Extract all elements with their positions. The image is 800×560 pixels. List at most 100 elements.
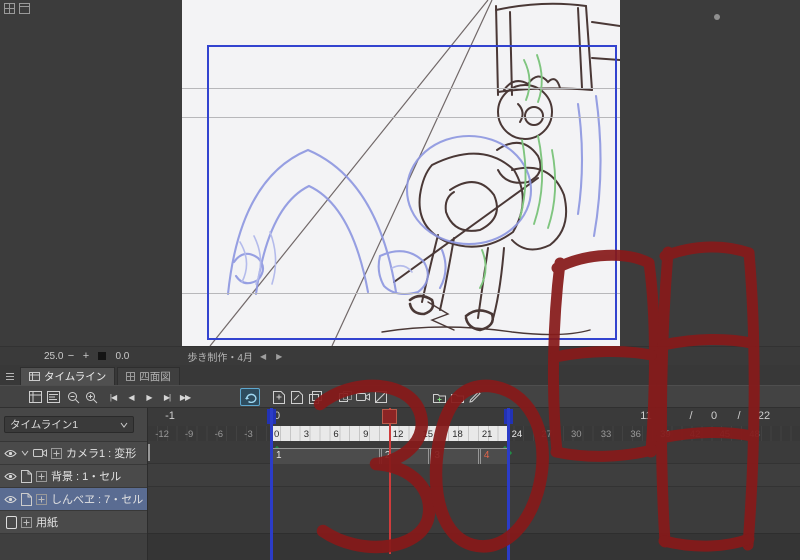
go-to-start-button[interactable]: |◀ — [104, 388, 122, 406]
zoom-out-button[interactable]: − — [63, 350, 78, 362]
expand-plus-icon[interactable] — [51, 447, 62, 459]
tab-timeline[interactable]: タイムライン — [20, 367, 116, 385]
loop-play-icon[interactable] — [240, 388, 260, 406]
ruler-frame-label: 45 — [719, 428, 731, 440]
grid-icon[interactable] — [4, 3, 15, 14]
ruler-seconds-label: 0 — [710, 410, 718, 422]
ruler-frame-label: 27 — [541, 428, 552, 440]
layer-row-shinbei[interactable]: しんべヱ : 7・セル — [0, 488, 147, 511]
prev-canvas-button[interactable]: ◀ — [257, 352, 269, 361]
layer-list: タイムライン1 カメラ1: 変形 背景: 1・セル しんべヱ: 7・セル … — [0, 408, 148, 560]
zoom-value: 25.0 — [44, 350, 64, 362]
canvas-navigation-bar: 25.0 − + 0.0 歩き制作・4月 ◀ ▶ — [0, 346, 800, 365]
play-button[interactable]: ▶ — [140, 388, 158, 406]
visibility-eye-icon[interactable] — [4, 472, 17, 481]
track-row-paper[interactable] — [148, 464, 800, 487]
layer-row-background[interactable]: 背景 : 1・セル — [0, 465, 147, 488]
tab-four-view[interactable]: 四面図 — [117, 367, 180, 385]
layer-row-paper[interactable]: 用紙 — [0, 511, 147, 534]
timeline-panel: タイムライン 四面図 |◀ ◀ ▶ ▶| ▶▶ タイムライン1 カメラ1: 変… — [0, 365, 800, 560]
timeline-tracks-area: -1 0 11/0/22 -12 -9 -6 -3 0 3 6 9 12 15 18 21 24 27 30 33… — [148, 408, 800, 560]
canvas-area — [0, 0, 800, 346]
next-canvas-button[interactable]: ▶ — [273, 352, 285, 361]
new-animation-cel-icon[interactable] — [270, 388, 288, 406]
ruler-seconds-label: / — [737, 410, 741, 422]
zoom-out-icon[interactable] — [64, 388, 82, 406]
frames-ruler[interactable]: -12 -9 -6 -3 0 3 6 9 12 15 18 21 24 27 30 33 36 39 42 45 48 — [148, 426, 800, 442]
four-view-tab-icon — [126, 372, 136, 381]
next-frame-button[interactable]: ▶| — [158, 388, 176, 406]
layer-name: しんべヱ : 7・セル — [51, 494, 143, 506]
timeline-tab-icon — [29, 372, 40, 381]
animation-cel[interactable]: 1 — [272, 448, 380, 465]
ruler-frame-label: 39 — [660, 428, 671, 440]
paper-icon — [6, 515, 17, 529]
tab-label: タイムライン — [44, 371, 107, 383]
folder-icon[interactable] — [448, 388, 466, 406]
timeline-settings-icon[interactable] — [26, 388, 44, 406]
zoom-slider-handle[interactable] — [98, 352, 107, 360]
canvas-top-icons — [4, 3, 30, 14]
ruler-seconds-label: 0 — [273, 410, 281, 422]
track-row-cell[interactable]: 1 2 3 4 — [148, 444, 509, 465]
layer-name: 背景 : 1・セル — [51, 471, 122, 483]
visibility-eye-icon[interactable] — [4, 449, 17, 458]
tab-label: 四面図 — [139, 371, 171, 383]
drawing-canvas[interactable] — [182, 0, 620, 346]
timeline-select-dropdown[interactable]: タイムライン1 — [4, 416, 134, 433]
animation-cel[interactable]: 2 — [380, 448, 430, 465]
new-folder-icon[interactable] — [430, 388, 448, 406]
ruler-frame-label: -3 — [244, 428, 253, 440]
expand-plus-icon[interactable] — [36, 470, 47, 482]
ruler-seconds-label: 22 — [757, 410, 771, 422]
2d-camera-icon[interactable] — [354, 388, 372, 406]
ruler-seconds-label: 11 — [640, 410, 652, 422]
ruler-frame-label: 30 — [571, 428, 582, 440]
ruler-frame-label: 12 — [392, 428, 404, 440]
cel-number: 1 — [276, 450, 282, 461]
ruler-frame-label: 15 — [422, 428, 434, 440]
layer-row-camera[interactable]: カメラ1 : 変形 — [0, 442, 147, 465]
pencil-icon[interactable] — [466, 388, 484, 406]
ruler-frame-label: 0 — [274, 428, 280, 440]
go-to-end-button[interactable]: ▶▶ — [176, 388, 194, 406]
track-rows: 11 2 3 4 — [148, 441, 800, 487]
ruler-frame-label: -12 — [155, 428, 169, 440]
chevron-down-icon — [120, 422, 128, 428]
collapse-caret-icon[interactable] — [21, 450, 29, 456]
layer-name: カメラ1 : 変形 — [66, 448, 137, 460]
animation-cel[interactable]: 3 — [430, 448, 479, 465]
panel-menu-icon[interactable] — [0, 368, 20, 385]
ruler-frame-label: 6 — [333, 428, 339, 440]
expand-plus-icon[interactable] — [21, 516, 32, 528]
timeline-toolbar: |◀ ◀ ▶ ▶| ▶▶ — [0, 385, 800, 408]
cursor-dot — [714, 14, 720, 20]
visibility-eye-icon[interactable] — [4, 495, 17, 504]
specify-cel-icon[interactable] — [288, 388, 306, 406]
prev-frame-button[interactable]: ◀ — [122, 388, 140, 406]
camera-frame — [207, 45, 617, 340]
animation-cel[interactable]: 4 — [479, 448, 509, 465]
cel-number: 4 — [483, 450, 490, 461]
timeline-edit-icon[interactable] — [44, 388, 62, 406]
ruler-frame-label: -9 — [184, 428, 194, 440]
ruler-seconds-label: / — [689, 410, 693, 422]
ruler-frame-label: 18 — [452, 428, 463, 440]
canvas-title: 歩き制作・4月 — [187, 352, 253, 364]
ruler-frame-label: 33 — [600, 428, 612, 440]
seconds-ruler[interactable]: -1 0 11 / 0 / 22 — [148, 408, 800, 427]
ruler-seconds-label: -1 — [165, 410, 175, 422]
zoom-in-icon[interactable] — [82, 388, 100, 406]
timeline-select-area: タイムライン1 — [0, 408, 147, 442]
ruler-frame-label: 21 — [481, 428, 493, 440]
layer-name: 用紙 — [36, 517, 58, 529]
zoom-in-button[interactable]: + — [78, 350, 93, 362]
expand-plus-icon[interactable] — [36, 493, 47, 505]
onion-skin-icon[interactable] — [336, 388, 354, 406]
grid-icon[interactable] — [19, 3, 30, 14]
light-table-icon[interactable] — [372, 388, 390, 406]
cel-number: 2 — [384, 450, 391, 461]
ruler-frame-label: 42 — [689, 428, 701, 440]
ruler-frame-label: 36 — [630, 428, 641, 440]
batch-specify-cels-icon[interactable] — [306, 388, 324, 406]
